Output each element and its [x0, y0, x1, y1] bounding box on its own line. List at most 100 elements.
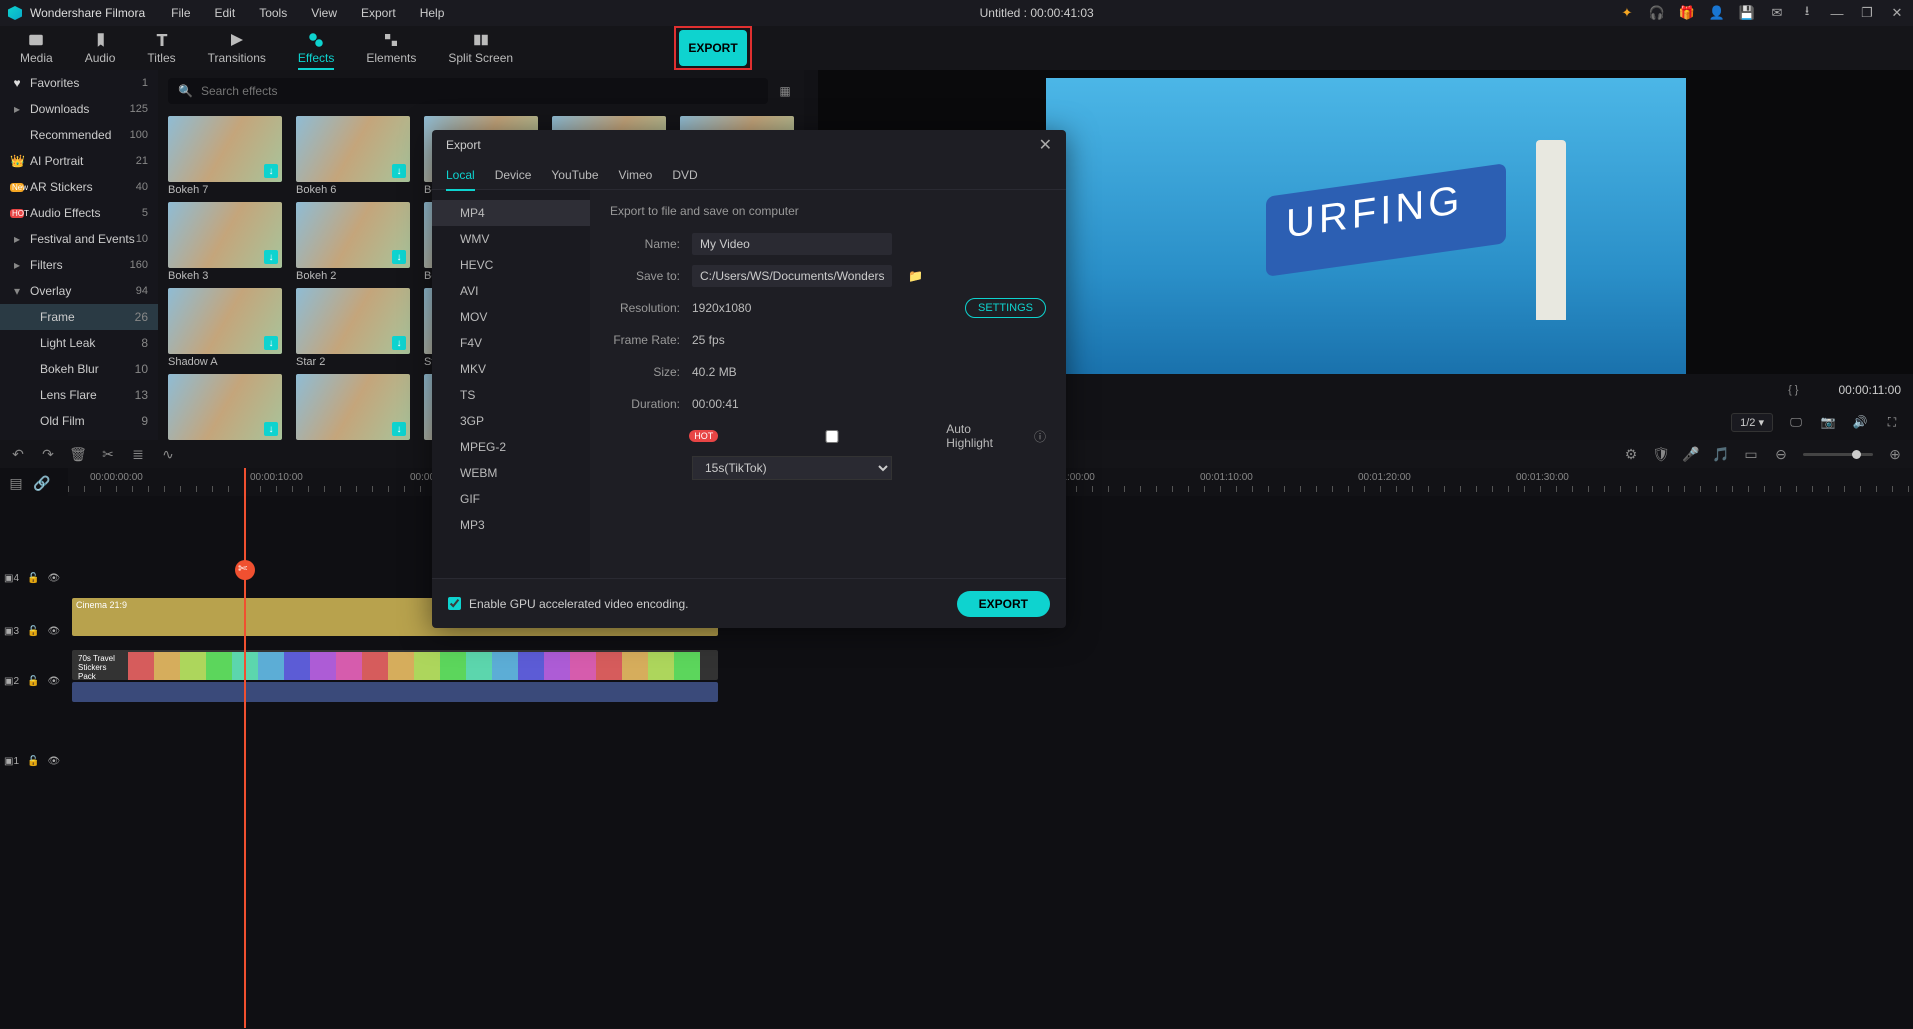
effect-item[interactable]: Bokeh 3 [168, 202, 282, 282]
dialog-tab-vimeo[interactable]: Vimeo [619, 160, 653, 190]
mic-icon[interactable]: 🎤 [1683, 446, 1699, 462]
saveto-input[interactable] [692, 265, 892, 287]
effect-item[interactable]: Bokeh 2 [296, 202, 410, 282]
settings-button[interactable]: SETTINGS [965, 298, 1046, 318]
undo-icon[interactable]: ↶ [10, 446, 26, 462]
search-box[interactable]: 🔍 [168, 78, 768, 104]
fullscreen-icon[interactable]: ⛶ [1883, 413, 1901, 431]
effect-item[interactable]: Shadow A [168, 288, 282, 368]
audio-wave-icon[interactable]: ∿ [160, 446, 176, 462]
download-icon[interactable]: ⭳ [1799, 5, 1815, 21]
dialog-tab-dvd[interactable]: DVD [672, 160, 697, 190]
name-input[interactable] [692, 233, 892, 255]
folder-icon[interactable]: 📁 [908, 269, 923, 283]
menu-edit[interactable]: Edit [205, 2, 246, 24]
tips-icon[interactable]: ✦ [1619, 5, 1635, 21]
maximize-icon[interactable]: ❐ [1859, 5, 1875, 21]
grid-view-icon[interactable]: ▦ [776, 82, 794, 100]
zoom-in-icon[interactable]: ⊕ [1887, 446, 1903, 462]
menu-view[interactable]: View [301, 2, 347, 24]
lock-icon[interactable]: 🔓 [27, 626, 39, 637]
snapshot-icon[interactable]: 📷 [1819, 413, 1837, 431]
gpu-checkbox[interactable] [448, 597, 461, 610]
link-icon[interactable]: 🔗 [34, 475, 50, 491]
tab-elements[interactable]: Elements [350, 31, 432, 65]
search-input[interactable] [201, 84, 758, 98]
sidebar-sub-frame[interactable]: Frame26 [0, 304, 158, 330]
preset-select[interactable]: 15s(TikTok) [692, 456, 892, 480]
format-mov[interactable]: MOV [432, 304, 590, 330]
format-wmv[interactable]: WMV [432, 226, 590, 252]
menu-tools[interactable]: Tools [249, 2, 297, 24]
menu-help[interactable]: Help [410, 2, 455, 24]
sidebar-item-filters[interactable]: Filters160 [0, 252, 158, 278]
shield-icon[interactable]: 🛡 [1653, 446, 1669, 462]
scale-select[interactable]: 1/2 ▾ [1731, 413, 1773, 432]
sidebar-sub-light-leak[interactable]: Light Leak8 [0, 330, 158, 356]
track-manager-icon[interactable]: ▤ [8, 475, 24, 491]
effect-item[interactable] [168, 374, 282, 440]
format-mp4[interactable]: MP4 [432, 200, 590, 226]
sidebar-sub-lens-flare[interactable]: Lens Flare13 [0, 382, 158, 408]
format-mkv[interactable]: MKV [432, 356, 590, 382]
dialog-tab-youtube[interactable]: YouTube [551, 160, 598, 190]
format-ts[interactable]: TS [432, 382, 590, 408]
tab-split-screen[interactable]: Split Screen [432, 31, 529, 65]
sidebar-item-recommended[interactable]: Recommended100 [0, 122, 158, 148]
format-3gp[interactable]: 3GP [432, 408, 590, 434]
sidebar-sub-damaged-film[interactable]: Damaged Film5 [0, 434, 158, 440]
zoom-slider[interactable] [1803, 453, 1873, 456]
sidebar-item-festival-and-events[interactable]: Festival and Events10 [0, 226, 158, 252]
auto-highlight-checkbox[interactable] [736, 430, 928, 443]
redo-icon[interactable]: ↷ [40, 446, 56, 462]
playhead[interactable] [244, 468, 246, 1028]
minimize-icon[interactable]: — [1829, 5, 1845, 21]
lock-icon[interactable]: 🔓 [27, 573, 39, 584]
close-icon[interactable]: ✕ [1889, 5, 1905, 21]
menu-export[interactable]: Export [351, 2, 406, 24]
monitor-icon[interactable]: 🖵 [1787, 413, 1805, 431]
dialog-close-icon[interactable]: ✕ [1039, 135, 1052, 155]
sidebar-item-favorites[interactable]: ♥Favorites1 [0, 70, 158, 96]
tab-transitions[interactable]: Transitions [192, 31, 282, 65]
lock-icon[interactable]: 🔓 [27, 756, 39, 767]
format-gif[interactable]: GIF [432, 486, 590, 512]
settings-gear-icon[interactable]: ⚙ [1623, 446, 1639, 462]
eye-icon[interactable]: 👁 [47, 573, 60, 584]
delete-icon[interactable]: 🗑 [70, 446, 86, 462]
effect-item[interactable]: Bokeh 7 [168, 116, 282, 196]
tab-audio[interactable]: Audio [69, 31, 132, 65]
music-icon[interactable]: 🎵 [1713, 446, 1729, 462]
mail-icon[interactable]: ✉ [1769, 5, 1785, 21]
menu-file[interactable]: File [161, 2, 200, 24]
support-icon[interactable]: 🎧 [1649, 5, 1665, 21]
zoom-out-icon[interactable]: ⊖ [1773, 446, 1789, 462]
tab-titles[interactable]: Titles [131, 31, 191, 65]
eye-icon[interactable]: 👁 [47, 626, 60, 637]
save-icon[interactable]: 💾 [1739, 5, 1755, 21]
effect-item[interactable]: Star 2 [296, 288, 410, 368]
eye-icon[interactable]: 👁 [47, 676, 60, 687]
format-hevc[interactable]: HEVC [432, 252, 590, 278]
sidebar-item-ai-portrait[interactable]: 👑AI Portrait21 [0, 148, 158, 174]
gift-icon[interactable]: 🎁 [1679, 5, 1695, 21]
fit-icon[interactable]: ▭ [1743, 446, 1759, 462]
eye-icon[interactable]: 👁 [47, 756, 60, 767]
dialog-export-button[interactable]: EXPORT [957, 591, 1050, 617]
clip-audio[interactable] [72, 682, 718, 702]
sidebar-sub-bokeh-blur[interactable]: Bokeh Blur10 [0, 356, 158, 382]
format-mp3[interactable]: MP3 [432, 512, 590, 538]
account-icon[interactable]: 👤 [1709, 5, 1725, 21]
effect-item[interactable]: Bokeh 6 [296, 116, 410, 196]
effect-item[interactable] [296, 374, 410, 440]
tab-media[interactable]: Media [4, 31, 69, 65]
split-icon[interactable]: ✂ [100, 446, 116, 462]
format-webm[interactable]: WEBM [432, 460, 590, 486]
format-f4v[interactable]: F4V [432, 330, 590, 356]
clip-video[interactable]: 70s Travel Stickers Pack [72, 650, 718, 680]
sidebar-item-overlay[interactable]: Overlay94 [0, 278, 158, 304]
volume-icon[interactable]: 🔊 [1851, 413, 1869, 431]
adjust-icon[interactable]: ≣ [130, 446, 146, 462]
export-button[interactable]: EXPORT [679, 30, 747, 66]
sidebar-sub-old-film[interactable]: Old Film9 [0, 408, 158, 434]
